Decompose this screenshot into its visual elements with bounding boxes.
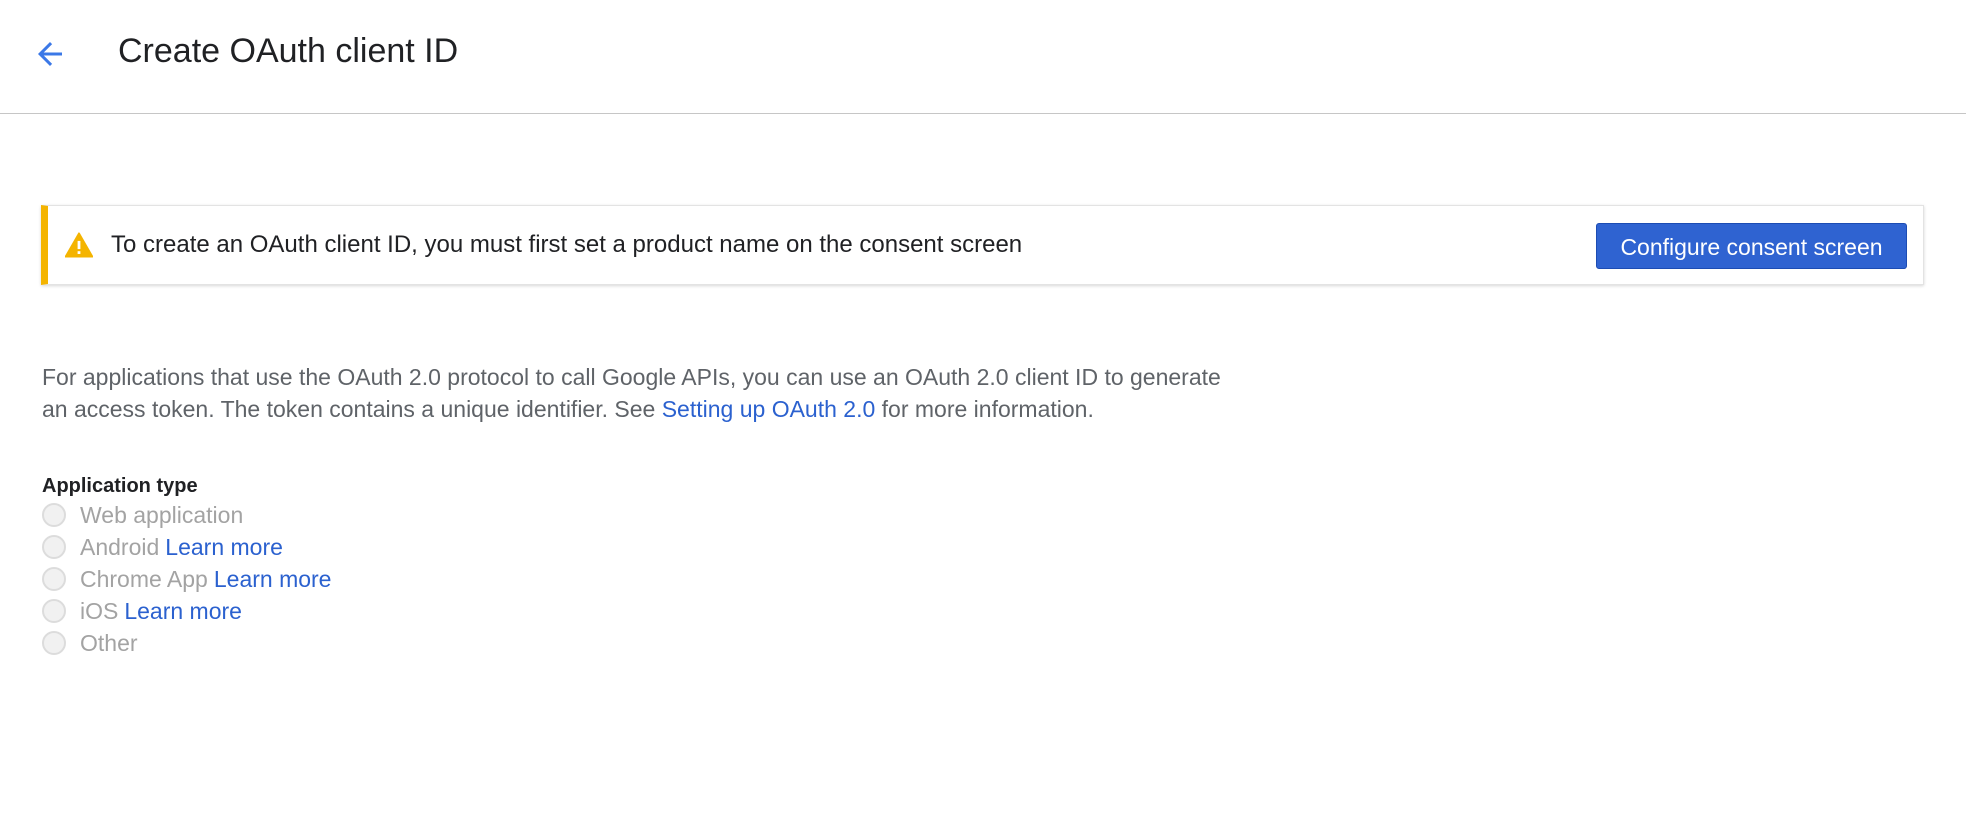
application-type-label: Application type (42, 475, 198, 497)
configure-consent-screen-button[interactable]: Configure consent screen (1596, 223, 1907, 269)
warning-icon (65, 232, 93, 258)
radio-label: Other (80, 630, 138, 656)
ios-learn-more-link[interactable]: Learn more (124, 595, 242, 627)
back-button[interactable] (26, 30, 74, 78)
oauth-description: For applications that use the OAuth 2.0 … (42, 361, 1232, 425)
radio-label: iOS (80, 598, 119, 624)
radio-option-chrome-app: Chrome App Learn more (42, 563, 331, 595)
radio-chrome-app[interactable] (42, 567, 66, 591)
setting-up-oauth-link[interactable]: Setting up OAuth 2.0 (662, 396, 876, 422)
radio-other[interactable] (42, 631, 66, 655)
radio-android[interactable] (42, 535, 66, 559)
application-type-radio-group: Web application Android Learn more Chrom… (42, 499, 331, 659)
radio-option-other: Other (42, 627, 331, 659)
arrow-back-icon (38, 42, 62, 66)
chrome-app-learn-more-link[interactable]: Learn more (214, 563, 332, 595)
warning-message: To create an OAuth client ID, you must f… (111, 231, 1023, 258)
radio-option-ios: iOS Learn more (42, 595, 331, 627)
page-header: Create OAuth client ID (0, 0, 1966, 114)
description-text-end: for more information. (875, 396, 1094, 422)
radio-label: Android (80, 534, 160, 560)
android-learn-more-link[interactable]: Learn more (165, 531, 283, 563)
radio-label: Web application (80, 502, 244, 528)
radio-option-android: Android Learn more (42, 531, 331, 563)
radio-label: Chrome App (80, 566, 208, 592)
consent-warning-banner: To create an OAuth client ID, you must f… (41, 205, 1924, 285)
radio-option-web-application: Web application (42, 499, 331, 531)
radio-web-application[interactable] (42, 503, 66, 527)
radio-ios[interactable] (42, 599, 66, 623)
page-title: Create OAuth client ID (118, 32, 459, 70)
